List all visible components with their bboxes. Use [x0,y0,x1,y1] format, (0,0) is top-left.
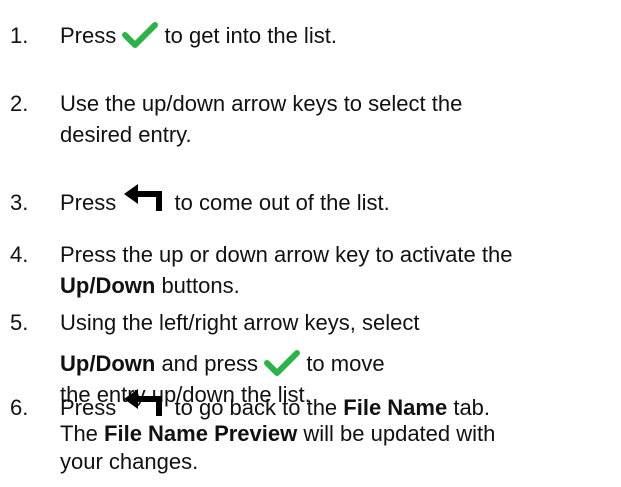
step-text-pre: Press [60,395,117,420]
instruction-steps: 1. Press to get into the list. 2. Use th… [0,0,621,487]
step-text: Press the up or down arrow key to activa… [60,239,512,301]
step-text-mid: and press [155,351,259,376]
step-text-post: tab. [447,395,491,420]
step-text-line-1: Using the left/right arrow keys, select [60,310,420,335]
bold-term: Up/Down [60,273,156,298]
step-text-post: to go back to the [174,395,344,420]
step-text-pre: Press [60,190,117,215]
step-text: Use the up/down arrow keys to select the… [60,88,462,150]
step-text-pre: Press [60,23,117,48]
step-text-post: buttons. [155,273,240,298]
step-text-line-1: Press the up or down arrow key to activa… [60,242,513,267]
step-text-line-1: Press to go back to the File Name tab. [60,389,491,423]
back-arrow-icon [122,184,168,221]
step-text-line-2: desired entry. [60,122,192,147]
step-text-pre: The [60,421,105,446]
step-text: Press to come out of the list. [60,184,390,221]
step-text-post: to come out of the list. [174,190,390,215]
bold-term: Up/Down [60,351,156,376]
step-number: 4. [10,242,29,267]
step-text: Press to go back to the File Name tab. [60,389,491,423]
step-text-line-2: Up/Down buttons. [60,270,512,301]
step-number: 6. [10,395,29,420]
step-text: The File Name Preview will be updated wi… [60,420,495,476]
step-text: Press to get into the list. [60,20,337,51]
step-text-line-1: Use the up/down arrow keys to select the [60,91,463,116]
step-text-line-2: The File Name Preview will be updated wi… [60,420,495,448]
step-text-post: will be updated with [297,421,496,446]
step-text-line-2: Up/Down and press to move [60,348,419,379]
step-text-post: to get into the list. [164,23,337,48]
bold-term: File Name [343,395,448,420]
step-text-line-3: your changes. [60,449,199,474]
step-number: 1. [10,23,29,48]
step-number: 2. [10,91,29,116]
bold-term: File Name Preview [104,421,298,446]
checkmark-icon [122,20,159,57]
step-number: 5. [10,310,29,335]
step-text-post: to move [306,351,385,376]
step-number: 3. [10,190,29,215]
